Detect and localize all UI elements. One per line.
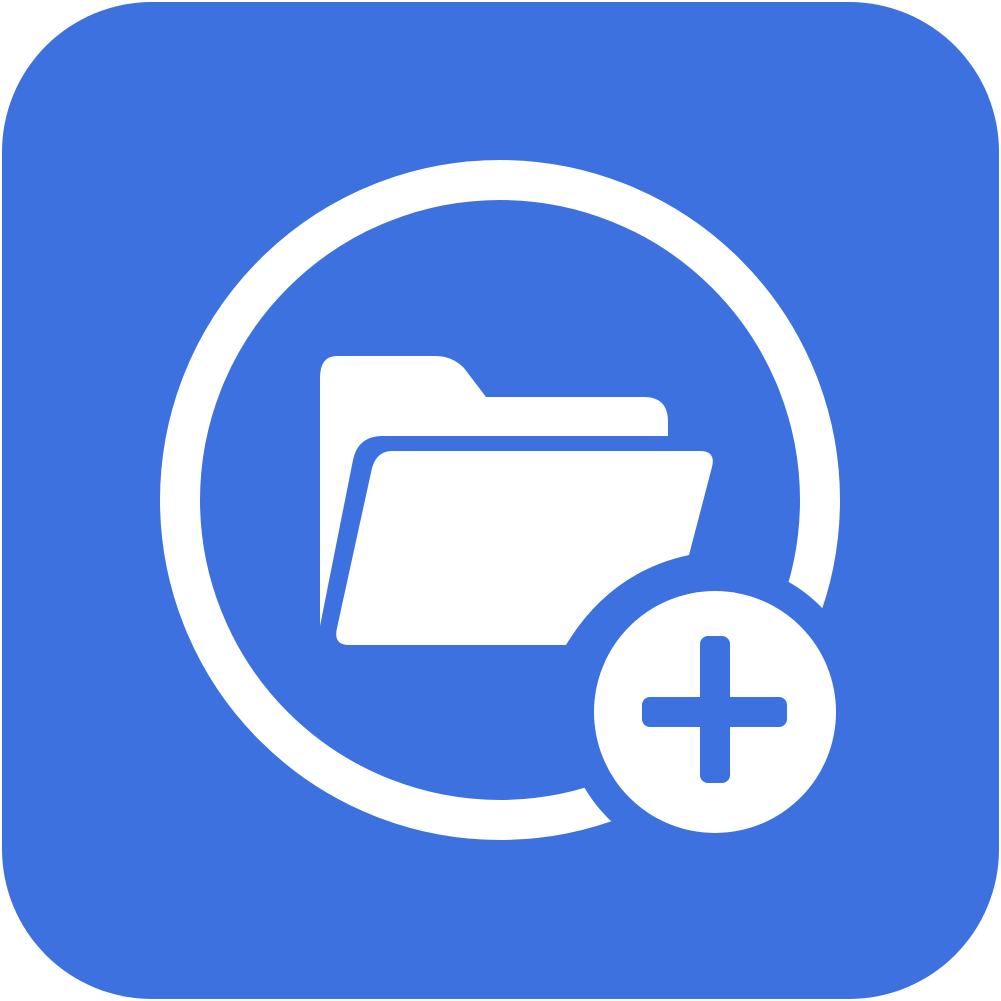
plus-icon-horizontal	[642, 697, 787, 727]
add-folder-icon	[2, 2, 999, 999]
add-folder-app-icon[interactable]	[0, 0, 1001, 1001]
plus-badge	[594, 591, 836, 833]
